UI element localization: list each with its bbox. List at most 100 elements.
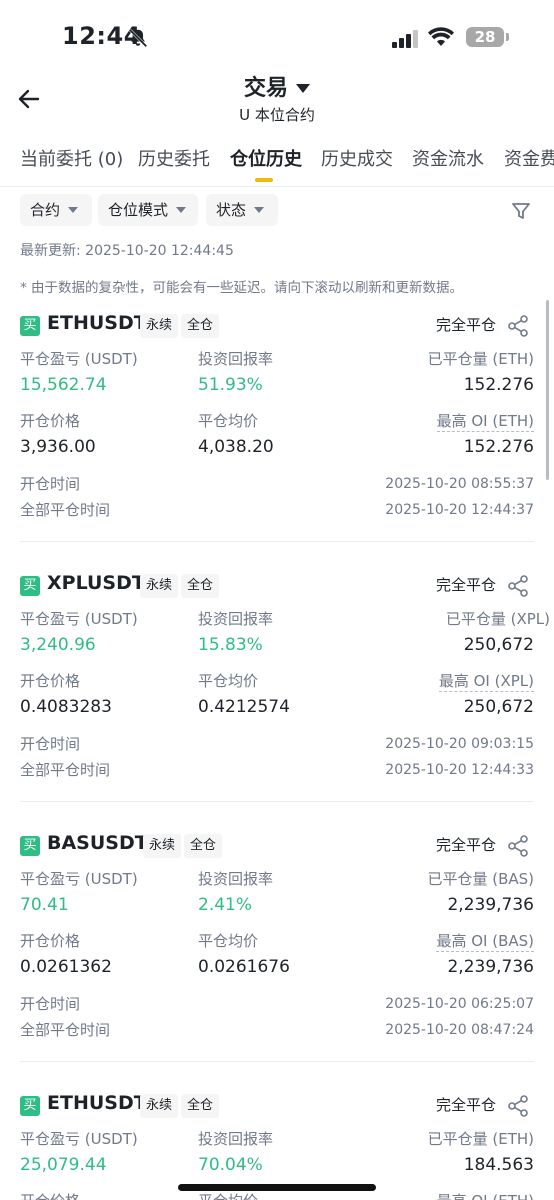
open-time-label: 开仓时间 <box>20 735 81 753</box>
avg-close-label: 平仓均价 <box>198 932 259 950</box>
delay-notice: * 由于数据的复杂性，可能会有一些延迟。请向下滚动以刷新和更新数据。 <box>20 280 464 296</box>
closed-volume-value: 250,672 <box>463 635 534 655</box>
closed-volume-value: 2,239,736 <box>447 895 534 915</box>
position-card: 买 ETHUSDT 永续 全仓 完全平仓 平仓盈亏 (USDT) 投资回报率 已… <box>0 308 554 568</box>
close-type: 完全平仓 <box>435 1096 496 1114</box>
share-icon[interactable] <box>506 834 530 858</box>
position-card: 买 XPLUSDT 永续 全仓 完全平仓 平仓盈亏 (USDT) 投资回报率 已… <box>0 568 554 828</box>
open-time-label: 开仓时间 <box>20 475 81 493</box>
title-dropdown[interactable]: 交易 <box>0 70 554 102</box>
cross-margin-tag: 全仓 <box>181 574 220 598</box>
open-price-value: 3,936.00 <box>20 437 96 457</box>
closed-volume-value: 152.276 <box>463 375 534 395</box>
closed-volume-label: 已平仓量 (BAS) <box>427 870 534 888</box>
close-time-label: 全部平仓时间 <box>20 761 111 779</box>
max-oi-label[interactable]: 最高 OI (ETH) <box>436 410 534 432</box>
open-time-value: 2025-10-20 08:55:37 <box>385 476 534 492</box>
max-oi-label[interactable]: 最高 OI (ETH) <box>437 1190 534 1200</box>
open-price-label: 开仓价格 <box>20 1190 80 1200</box>
roi-value: 51.93% <box>198 375 263 395</box>
symbol: ETHUSDT <box>47 1092 147 1114</box>
open-price-value: 0.0261362 <box>20 957 112 977</box>
position-card: 买 BASUSDT 永续 全仓 完全平仓 平仓盈亏 (USDT) 投资回报率 已… <box>0 828 554 1088</box>
pnl-value: 15,562.74 <box>20 375 107 395</box>
perpetual-tag: 永续 <box>140 574 179 598</box>
tab-funding-fee[interactable]: 资金费 <box>504 145 554 171</box>
closed-volume-label: 已平仓量 (ETH) <box>427 350 534 368</box>
close-time-value: 2025-10-20 08:47:24 <box>385 1022 534 1038</box>
avg-close-value: 0.4212574 <box>198 697 290 717</box>
pnl-value: 3,240.96 <box>20 635 96 655</box>
filter-contract-label: 合约 <box>30 201 61 219</box>
cross-margin-tag: 全仓 <box>181 1094 220 1118</box>
tab-trade-history[interactable]: 历史成交 <box>321 145 393 171</box>
close-type: 完全平仓 <box>435 316 496 334</box>
perpetual-tag: 永续 <box>140 314 179 338</box>
open-price-value: 0.4083283 <box>20 697 112 717</box>
card-divider <box>20 1061 534 1062</box>
bell-muted-icon <box>128 28 148 48</box>
share-icon[interactable] <box>506 1094 530 1118</box>
wifi-icon <box>428 27 454 46</box>
close-type: 完全平仓 <box>435 576 496 594</box>
symbol: XPLUSDT <box>47 572 145 594</box>
filter-status[interactable]: 状态 <box>206 194 278 226</box>
close-time-label: 全部平仓时间 <box>20 1021 111 1039</box>
pnl-value: 70.41 <box>20 895 69 915</box>
buy-badge: 买 <box>20 316 40 336</box>
battery-tip <box>506 33 509 41</box>
filter-contract[interactable]: 合约 <box>20 194 92 226</box>
avg-close-label: 平仓均价 <box>198 672 259 690</box>
perpetual-tag: 永续 <box>143 834 182 858</box>
open-price-label: 开仓价格 <box>20 412 81 430</box>
max-oi-label[interactable]: 最高 OI (BAS) <box>436 930 534 952</box>
share-icon[interactable] <box>506 314 530 338</box>
tab-transaction-history[interactable]: 资金流水 <box>412 145 484 171</box>
avg-close-label: 平仓均价 <box>198 412 259 430</box>
home-indicator[interactable] <box>178 1184 376 1191</box>
cross-margin-tag: 全仓 <box>184 834 223 858</box>
filter-status-label: 状态 <box>216 201 247 219</box>
tab-position-history[interactable]: 仓位历史 <box>230 145 302 171</box>
caret-down-icon <box>296 84 310 93</box>
pnl-value: 25,079.44 <box>20 1155 107 1175</box>
tab-order-history[interactable]: 历史委托 <box>138 145 210 171</box>
roi-label: 投资回报率 <box>198 350 274 368</box>
status-bar: 12:44 28 <box>0 0 554 74</box>
share-icon[interactable] <box>506 574 530 598</box>
close-time-value: 2025-10-20 12:44:33 <box>385 762 534 778</box>
roi-value: 2.41% <box>198 895 253 915</box>
roi-value: 15.83% <box>198 635 263 655</box>
roi-label: 投资回报率 <box>198 610 274 628</box>
open-price-label: 开仓价格 <box>20 932 81 950</box>
symbol: ETHUSDT <box>47 312 147 334</box>
cross-margin-tag: 全仓 <box>181 314 220 338</box>
open-time-value: 2025-10-20 06:25:07 <box>385 996 534 1012</box>
close-time-label: 全部平仓时间 <box>20 501 111 519</box>
pnl-label: 平仓盈亏 (USDT) <box>20 870 138 888</box>
open-time-value: 2025-10-20 09:03:15 <box>385 736 534 752</box>
close-time-value: 2025-10-20 12:44:37 <box>385 502 534 518</box>
card-divider <box>20 801 534 802</box>
battery-indicator: 28 <box>466 27 504 47</box>
pnl-label: 平仓盈亏 (USDT) <box>20 610 138 628</box>
caret-down-icon <box>176 206 187 213</box>
last-update-text: 最新更新: 2025-10-20 12:44:45 <box>20 243 234 259</box>
filter-position-mode-label: 仓位模式 <box>108 201 169 219</box>
page-subtitle: U 本位合约 <box>239 106 315 124</box>
open-price-label: 开仓价格 <box>20 672 81 690</box>
max-oi-value: 250,672 <box>463 697 534 717</box>
filter-position-mode[interactable]: 仓位模式 <box>98 194 198 226</box>
max-oi-label[interactable]: 最高 OI (XPL) <box>438 670 534 692</box>
tab-open-orders[interactable]: 当前委托 (0) <box>20 145 123 171</box>
buy-badge: 买 <box>20 576 40 596</box>
avg-close-label: 平仓均价 <box>198 1190 258 1200</box>
caret-down-icon <box>254 206 265 213</box>
pnl-label: 平仓盈亏 (USDT) <box>20 350 138 368</box>
max-oi-value: 2,239,736 <box>447 957 534 977</box>
buy-badge: 买 <box>20 1096 40 1116</box>
tabs-divider <box>0 186 554 187</box>
signal-icon <box>392 30 418 48</box>
funnel-filter-icon[interactable] <box>510 200 532 222</box>
buy-badge: 买 <box>20 836 40 856</box>
